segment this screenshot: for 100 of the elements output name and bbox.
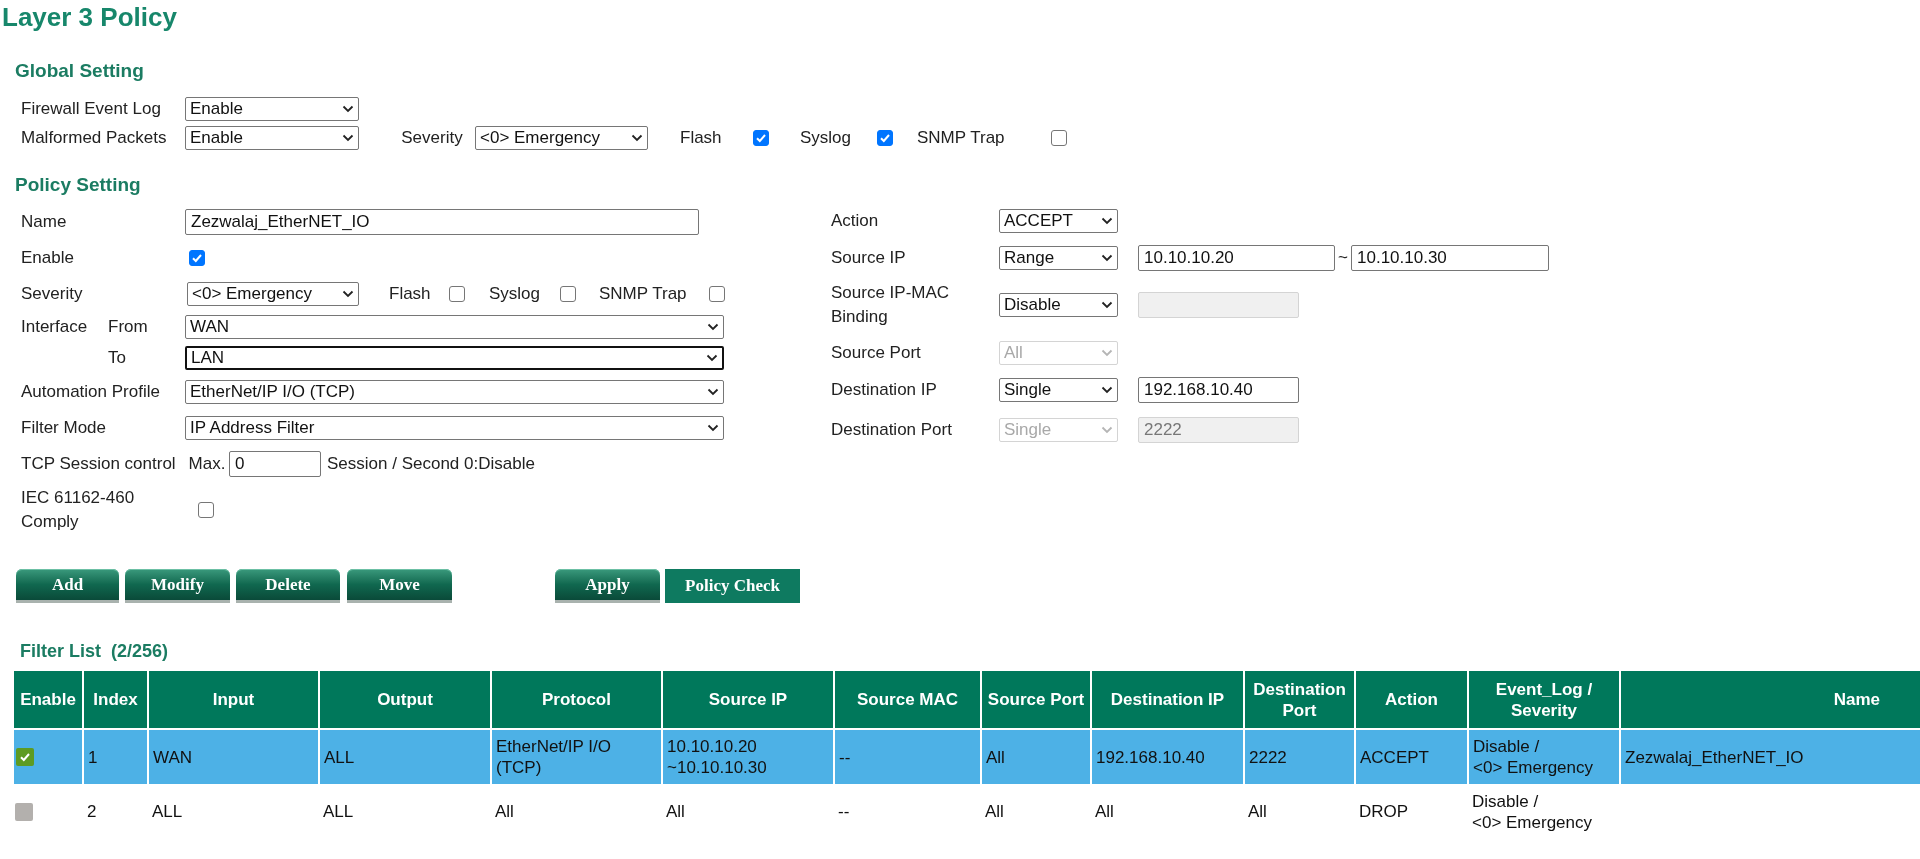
column-header: Source MAC xyxy=(834,671,981,729)
chevron-down-icon xyxy=(342,133,354,142)
check-icon xyxy=(19,751,31,763)
field-label: Malformed Packets xyxy=(21,126,167,149)
column-header: Output xyxy=(319,671,491,729)
table-row[interactable]: 1 WAN ALL EtherNet/IP I/O (TCP) 10.10.10.20 ~10.10.10.30 -- All 192.168.10.40 2222 ACCEPT Disable / <0> Emergency Zezwalaj_EtherNET_IO xyxy=(13,729,1920,785)
checkbox[interactable] xyxy=(189,250,205,266)
column-header: Destination Port xyxy=(1244,671,1355,729)
table-cell-text: All xyxy=(1247,801,1268,823)
column-header: Destination IP xyxy=(1091,671,1244,729)
table-cell-text: All xyxy=(984,801,1005,823)
chevron-down-icon xyxy=(1101,217,1113,225)
checkbox[interactable] xyxy=(560,285,576,302)
field-label: IEC 61162-460 Comply xyxy=(21,487,135,533)
checkbox-label: SNMP Trap xyxy=(917,126,1006,149)
chevron-down-icon xyxy=(342,289,354,298)
checkbox[interactable] xyxy=(15,802,33,821)
checkbox[interactable] xyxy=(449,285,465,302)
checkbox[interactable] xyxy=(753,129,769,146)
action-button[interactable]: Move xyxy=(347,569,452,603)
field-text: Max. xyxy=(187,453,227,476)
chevron-down-icon xyxy=(1101,301,1113,309)
action-button[interactable]: Apply xyxy=(555,569,660,603)
chevron-down-icon xyxy=(1101,426,1113,434)
dropdown[interactable]: WAN xyxy=(185,315,724,339)
action-button[interactable]: Delete xyxy=(236,569,340,603)
dropdown[interactable]: <0> Emergency xyxy=(475,125,648,150)
field-label: Firewall Event Log xyxy=(21,97,161,120)
dropdown[interactable]: Enable xyxy=(185,125,359,150)
column-header: Protocol xyxy=(491,671,662,729)
text-field[interactable]: 192.168.10.40 xyxy=(1138,377,1299,403)
field-text: Severity xyxy=(400,126,464,149)
field-label: Destination IP xyxy=(831,379,937,401)
field-label: Destination Port xyxy=(831,419,952,441)
checkbox[interactable] xyxy=(1051,129,1067,146)
chevron-down-icon xyxy=(707,323,719,331)
chevron-down-icon xyxy=(342,104,354,113)
column-header: Name xyxy=(1620,671,1920,729)
dropdown[interactable]: LAN xyxy=(185,346,724,370)
field-label: Source IP-MAC Binding xyxy=(831,282,950,328)
table-cell-text: All xyxy=(494,801,515,823)
field-label: Automation Profile xyxy=(21,380,160,403)
checkbox-label: Syslog xyxy=(489,282,542,305)
table-cell-text: All xyxy=(1094,801,1115,823)
page-title: Layer 3 Policy xyxy=(1,0,178,34)
column-header: Source IP xyxy=(662,671,834,729)
field-label: To xyxy=(108,347,126,370)
dropdown[interactable]: <0> Emergency xyxy=(187,281,359,306)
dropdown[interactable]: Range xyxy=(999,246,1118,270)
dropdown[interactable]: Disable xyxy=(999,293,1118,317)
action-button[interactable]: Add xyxy=(16,569,119,603)
field-label: Filter Mode xyxy=(21,417,107,439)
field-label: Name xyxy=(21,211,67,233)
text-field[interactable]: 10.10.10.30 xyxy=(1351,245,1549,271)
checkbox[interactable] xyxy=(709,285,725,302)
dropdown[interactable]: EtherNet/IP I/O (TCP) xyxy=(185,379,724,404)
check-icon xyxy=(191,252,203,264)
text-field[interactable]: Zezwalaj_EtherNET_IO xyxy=(185,209,699,235)
field-text: ~ xyxy=(1337,247,1349,270)
dropdown[interactable]: ACCEPT xyxy=(999,209,1118,233)
text-field[interactable]: 0 xyxy=(229,451,321,477)
table-cell-text: Disable / <0> Emergency xyxy=(1471,790,1593,834)
table-cell-text: DROP xyxy=(1358,801,1410,823)
checkbox[interactable] xyxy=(198,502,214,518)
chevron-down-icon xyxy=(707,424,719,432)
dropdown[interactable]: IP Address Filter xyxy=(185,416,724,440)
column-header: Enable xyxy=(13,671,83,729)
field-label: Interface xyxy=(21,316,89,338)
field-label: Action xyxy=(831,210,879,232)
table-cell-text: All xyxy=(665,801,686,823)
table-cell-text: ALL xyxy=(322,801,355,823)
column-header: Event_Log / Severity xyxy=(1468,671,1620,729)
checkbox-label: SNMP Trap xyxy=(599,282,688,305)
column-header: Input xyxy=(148,671,319,729)
chevron-down-icon xyxy=(707,387,719,396)
table-cell-text: ALL xyxy=(151,801,184,823)
field-text: Session / Second 0:Disable xyxy=(327,453,535,476)
checkbox-label: Flash xyxy=(680,126,723,149)
section-heading: Policy Setting xyxy=(15,173,141,197)
chevron-down-icon xyxy=(1101,386,1113,394)
text-field[interactable]: 10.10.10.20 xyxy=(1138,245,1335,271)
section-heading: Global Setting xyxy=(15,59,144,83)
action-button[interactable]: Policy Check xyxy=(665,569,800,603)
chevron-down-icon xyxy=(631,133,643,142)
column-header: Source Port xyxy=(981,671,1091,729)
dropdown[interactable]: Enable xyxy=(185,96,359,121)
table-cell-text: -- xyxy=(837,801,851,823)
field-label: Severity xyxy=(21,282,83,305)
table-cell-text: 2 xyxy=(86,801,98,823)
checkbox[interactable] xyxy=(16,748,34,766)
action-button[interactable]: Modify xyxy=(125,569,230,603)
column-header: Index xyxy=(83,671,148,729)
list-count: (2/256) xyxy=(111,639,169,663)
column-header: Action xyxy=(1355,671,1468,729)
field-label: TCP Session control xyxy=(21,453,176,475)
chevron-down-icon xyxy=(1101,254,1113,262)
checkbox[interactable] xyxy=(877,129,893,146)
field-label: From xyxy=(108,316,148,339)
dropdown[interactable]: Single xyxy=(999,378,1118,402)
checkbox-label: Flash xyxy=(389,282,432,305)
